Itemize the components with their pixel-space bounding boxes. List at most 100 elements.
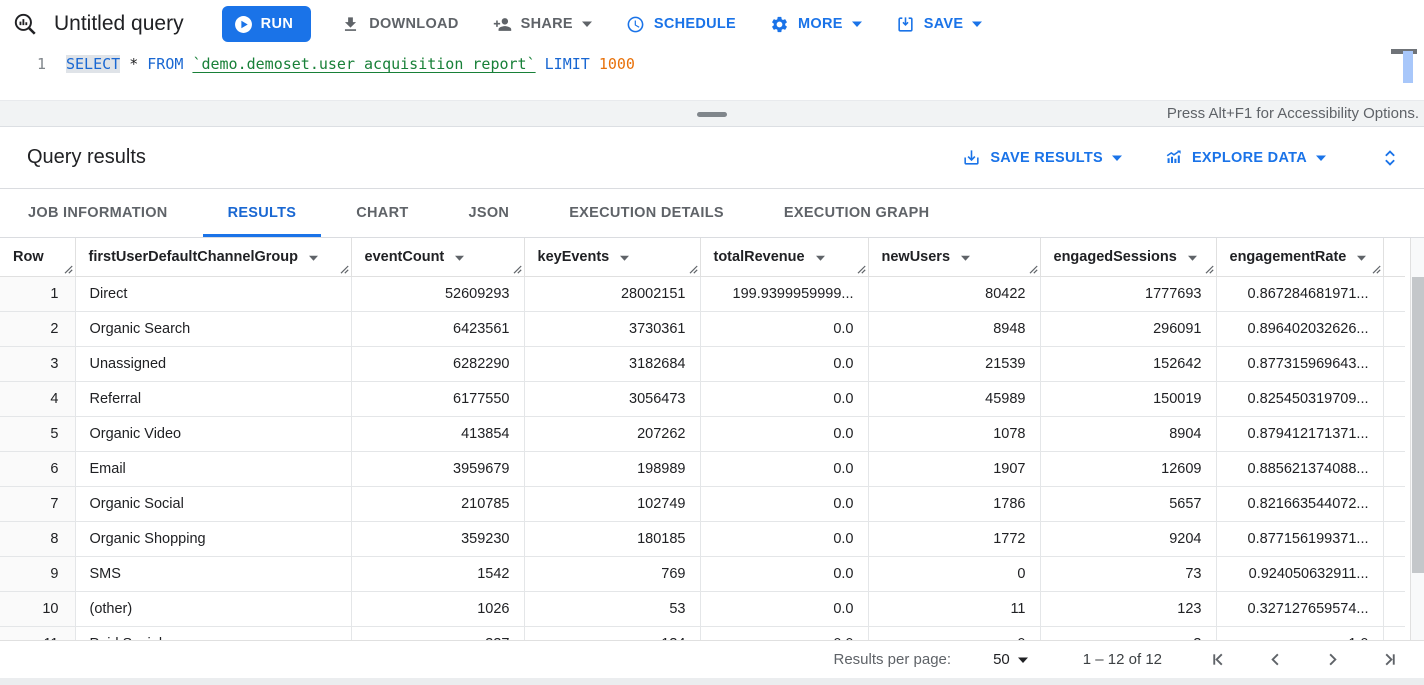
column-label: Row <box>13 249 44 265</box>
share-button[interactable]: SHARE <box>493 15 592 34</box>
sql-token-keyword: LIMIT <box>545 55 590 73</box>
cell: 0.885621374088... <box>1216 451 1383 486</box>
cell: 0 <box>868 556 1040 591</box>
cell: 0.825450319709... <box>1216 381 1383 416</box>
page-size-dropdown[interactable]: 50 <box>993 651 1028 668</box>
filler-cell <box>1383 416 1405 451</box>
first-page-button[interactable] <box>1210 651 1227 668</box>
cell: Direct <box>75 276 351 311</box>
row-number: 2 <box>0 311 75 346</box>
cell: 12609 <box>1040 451 1216 486</box>
cell: Email <box>75 451 351 486</box>
toolbar-button-label: MORE <box>798 16 843 32</box>
run-button-label: RUN <box>261 16 294 32</box>
table-row: 6Email39596791989890.01907126090.8856213… <box>0 451 1405 486</box>
sort-menu-icon[interactable] <box>309 249 318 265</box>
explore-chart-icon <box>1164 148 1183 167</box>
table-scrollbar-thumb[interactable] <box>1412 277 1424 573</box>
filler-cell <box>1383 521 1405 556</box>
panel-splitter: Press Alt+F1 for Accessibility Options. <box>0 100 1424 127</box>
page-prev-icon <box>1267 651 1284 668</box>
column-header-firstUserDefaultChannelGroup: firstUserDefaultChannelGroup <box>75 238 351 276</box>
schedule-button[interactable]: SCHEDULE <box>626 15 736 34</box>
tab-chart[interactable]: CHART <box>331 189 433 237</box>
row-number: 11 <box>0 626 75 640</box>
explore-data-button[interactable]: EXPLORE DATA <box>1164 148 1326 167</box>
query-magnifier-icon <box>12 11 38 37</box>
editor-scrollbar-thumb[interactable] <box>1403 51 1413 83</box>
cell: 8904 <box>1040 416 1216 451</box>
tab-label: JOB INFORMATION <box>28 205 168 221</box>
sort-menu-icon[interactable] <box>1357 249 1366 265</box>
row-number: 3 <box>0 346 75 381</box>
column-header-keyEvents: keyEvents <box>524 238 700 276</box>
query-editor-toolbar: Untitled query RUN DOWNLOADSHARESCHEDULE… <box>0 0 1424 48</box>
column-resize-handle[interactable] <box>1029 265 1038 274</box>
tab-results[interactable]: RESULTS <box>203 189 322 237</box>
tab-label: EXECUTION DETAILS <box>569 205 724 221</box>
person-add-icon <box>493 15 512 34</box>
sql-editor: 1 SELECT * FROM `demo.demoset.user_acqui… <box>0 48 1424 100</box>
cell: 0.0 <box>700 626 868 640</box>
sql-token-plain <box>590 55 599 73</box>
cell: Referral <box>75 381 351 416</box>
cell: 198989 <box>524 451 700 486</box>
sql-token-number: 1000 <box>599 55 635 73</box>
column-resize-handle[interactable] <box>513 265 522 274</box>
sort-menu-icon[interactable] <box>1188 249 1197 265</box>
column-resize-handle[interactable] <box>340 265 349 274</box>
tab-execution-details[interactable]: EXECUTION DETAILS <box>544 189 749 237</box>
cell: 1772 <box>868 521 1040 556</box>
table-row: 11Paid Social3371340.0031.0 <box>0 626 1405 640</box>
tab-job-information[interactable]: JOB INFORMATION <box>3 189 193 237</box>
cell: 199.9399959999... <box>700 276 868 311</box>
results-table: Row firstUserDefaultChannelGroupeventCoun… <box>0 238 1405 640</box>
previous-page-button[interactable] <box>1267 651 1284 668</box>
sort-menu-icon[interactable] <box>961 249 970 265</box>
cell: 1542 <box>351 556 524 591</box>
table-row: 1Direct5260929328002151199.9399959999...… <box>0 276 1405 311</box>
column-resize-handle[interactable] <box>857 265 866 274</box>
header-filler <box>1383 238 1405 276</box>
row-number: 1 <box>0 276 75 311</box>
table-row: 3Unassigned628229031826840.0215391526420… <box>0 346 1405 381</box>
last-page-button[interactable] <box>1381 651 1398 668</box>
cell: 80422 <box>868 276 1040 311</box>
cell: 1786 <box>868 486 1040 521</box>
sort-menu-icon[interactable] <box>620 249 629 265</box>
splitter-drag-handle[interactable] <box>697 112 727 117</box>
run-button[interactable]: RUN <box>222 6 312 42</box>
column-resize-handle[interactable] <box>1372 265 1381 274</box>
column-label: engagementRate <box>1230 249 1347 265</box>
cell: 0.327127659574... <box>1216 591 1383 626</box>
tab-execution-graph[interactable]: EXECUTION GRAPH <box>759 189 955 237</box>
cell: 359230 <box>351 521 524 556</box>
cell: 9204 <box>1040 521 1216 556</box>
sort-menu-icon[interactable] <box>816 249 825 265</box>
save-results-button[interactable]: SAVE RESULTS <box>962 148 1122 167</box>
column-resize-handle[interactable] <box>689 265 698 274</box>
tab-json[interactable]: JSON <box>444 189 535 237</box>
filler-cell <box>1383 381 1405 416</box>
cell: 3 <box>1040 626 1216 640</box>
cell: 296091 <box>1040 311 1216 346</box>
row-number: 7 <box>0 486 75 521</box>
cell: 1078 <box>868 416 1040 451</box>
cell: 134 <box>524 626 700 640</box>
sql-token-plain <box>536 55 545 73</box>
next-page-button[interactable] <box>1324 651 1341 668</box>
table-scrollbar[interactable] <box>1410 238 1424 640</box>
more-button[interactable]: MORE <box>770 15 862 34</box>
save-button[interactable]: SAVE <box>896 15 983 34</box>
caret-down-icon <box>1316 155 1326 161</box>
sql-code-line[interactable]: SELECT * FROM `demo.demoset.user_acquisi… <box>46 48 635 100</box>
download-button[interactable]: DOWNLOAD <box>341 15 458 34</box>
cell: 1.0 <box>1216 626 1383 640</box>
horizontal-scrollbar-track[interactable] <box>0 678 1424 685</box>
column-resize-handle[interactable] <box>64 265 73 274</box>
column-resize-handle[interactable] <box>1205 265 1214 274</box>
expand-results-button[interactable] <box>1380 148 1400 168</box>
column-header-eventCount: eventCount <box>351 238 524 276</box>
sort-menu-icon[interactable] <box>455 249 464 265</box>
cell: 52609293 <box>351 276 524 311</box>
